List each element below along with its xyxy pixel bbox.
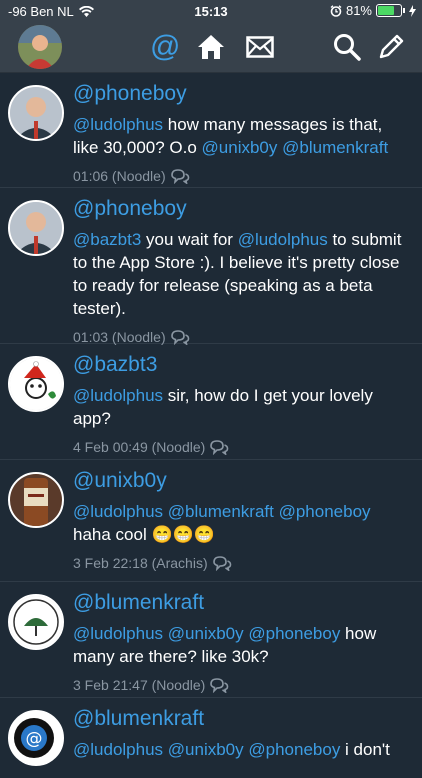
post-text-segment: you wait for — [141, 230, 238, 249]
battery-percent: 81% — [345, 3, 372, 18]
post-text-segment: haha cool 😁😁😁 — [73, 525, 215, 544]
post-author-handle[interactable]: @blumenkraft — [73, 590, 410, 616]
post-timestamp: 01:06 (Noodle) — [73, 168, 166, 184]
timeline: @phoneboy @ludolphus how many messages i… — [0, 73, 422, 778]
mention-link[interactable]: @blumenkraft — [168, 502, 274, 521]
post-timestamp: 4 Feb 00:49 (Noodle) — [73, 439, 206, 455]
mention-link[interactable]: @ludolphus — [73, 115, 163, 134]
battery-icon — [376, 4, 402, 17]
conversation-icon[interactable] — [212, 555, 232, 571]
post-author-handle[interactable]: @bazbt3 — [73, 352, 410, 378]
post-meta: 4 Feb 00:49 (Noodle) — [73, 439, 410, 455]
timeline-post[interactable]: @phoneboy @bazbt3 you wait for @ludolphu… — [0, 188, 422, 345]
conversation-icon[interactable] — [209, 677, 229, 693]
nav-bar: @ — [0, 22, 422, 73]
svg-text:@: @ — [26, 729, 43, 749]
timeline-post[interactable]: @phoneboy @ludolphus how many messages i… — [0, 73, 422, 188]
conversation-icon[interactable] — [170, 329, 190, 345]
avatar[interactable] — [8, 594, 64, 650]
at-mentions-icon[interactable]: @ — [150, 32, 180, 62]
avatar[interactable] — [8, 200, 64, 256]
avatar[interactable]: @ — [8, 710, 64, 766]
avatar[interactable] — [8, 472, 64, 528]
avatar[interactable] — [8, 356, 64, 412]
battery-fill — [378, 6, 395, 15]
profile-avatar[interactable] — [18, 25, 62, 69]
mention-link[interactable]: @bazbt3 — [73, 230, 141, 249]
compose-icon[interactable] — [376, 32, 406, 62]
mention-link[interactable]: @phoneboy — [248, 624, 340, 643]
post-timestamp: 01:03 (Noodle) — [73, 329, 166, 345]
status-bar: -96 Ben NL 15:13 81% — [0, 0, 422, 22]
mention-link[interactable]: @unixb0y — [168, 624, 244, 643]
mention-link[interactable]: @blumenkraft — [282, 138, 388, 157]
alarm-icon — [330, 4, 342, 17]
post-author-handle[interactable]: @phoneboy — [73, 196, 410, 222]
avatar[interactable] — [8, 85, 64, 141]
post-text: @ludolphus @blumenkraft @phoneboy haha c… — [73, 500, 410, 546]
post-text: @ludolphus @unixb0y @phoneboy how many a… — [73, 622, 410, 668]
home-icon[interactable] — [196, 32, 226, 62]
post-meta: 3 Feb 21:47 (Noodle) — [73, 677, 410, 693]
mail-icon[interactable] — [245, 32, 275, 62]
post-author-handle[interactable]: @blumenkraft — [73, 706, 410, 732]
timeline-post[interactable]: @bazbt3 @ludolphus sir, how do I get you… — [0, 344, 422, 460]
post-meta: 3 Feb 22:18 (Arachis) — [73, 555, 410, 571]
timeline-post[interactable]: @blumenkraft @ludolphus @unixb0y @phoneb… — [0, 582, 422, 698]
post-text: @bazbt3 you wait for @ludolphus to submi… — [73, 228, 410, 320]
mention-link[interactable]: @ludolphus — [238, 230, 328, 249]
post-timestamp: 3 Feb 22:18 (Arachis) — [73, 555, 208, 571]
post-timestamp: 3 Feb 21:47 (Noodle) — [73, 677, 206, 693]
charging-icon — [409, 4, 416, 17]
timeline-post[interactable]: @ @blumenkraft @ludolphus @unixb0y @phon… — [0, 698, 422, 778]
mention-link[interactable]: @ludolphus — [73, 624, 163, 643]
post-author-handle[interactable]: @phoneboy — [73, 81, 410, 107]
post-author-handle[interactable]: @unixb0y — [73, 468, 410, 494]
timeline-post[interactable]: @unixb0y @ludolphus @blumenkraft @phoneb… — [0, 460, 422, 582]
post-meta: 01:06 (Noodle) — [73, 168, 410, 184]
post-meta: 01:03 (Noodle) — [73, 329, 410, 345]
post-text: @ludolphus how many messages is that, li… — [73, 113, 410, 159]
mention-link[interactable]: @unixb0y — [202, 138, 278, 157]
conversation-icon[interactable] — [209, 439, 229, 455]
search-icon[interactable] — [332, 32, 362, 62]
post-text: @ludolphus sir, how do I get your lovely… — [73, 384, 410, 430]
mention-link[interactable]: @ludolphus — [73, 502, 163, 521]
conversation-icon[interactable] — [170, 168, 190, 184]
mention-link[interactable]: @phoneboy — [279, 502, 371, 521]
mention-link[interactable]: @ludolphus — [73, 386, 163, 405]
battery-cap — [403, 8, 405, 13]
